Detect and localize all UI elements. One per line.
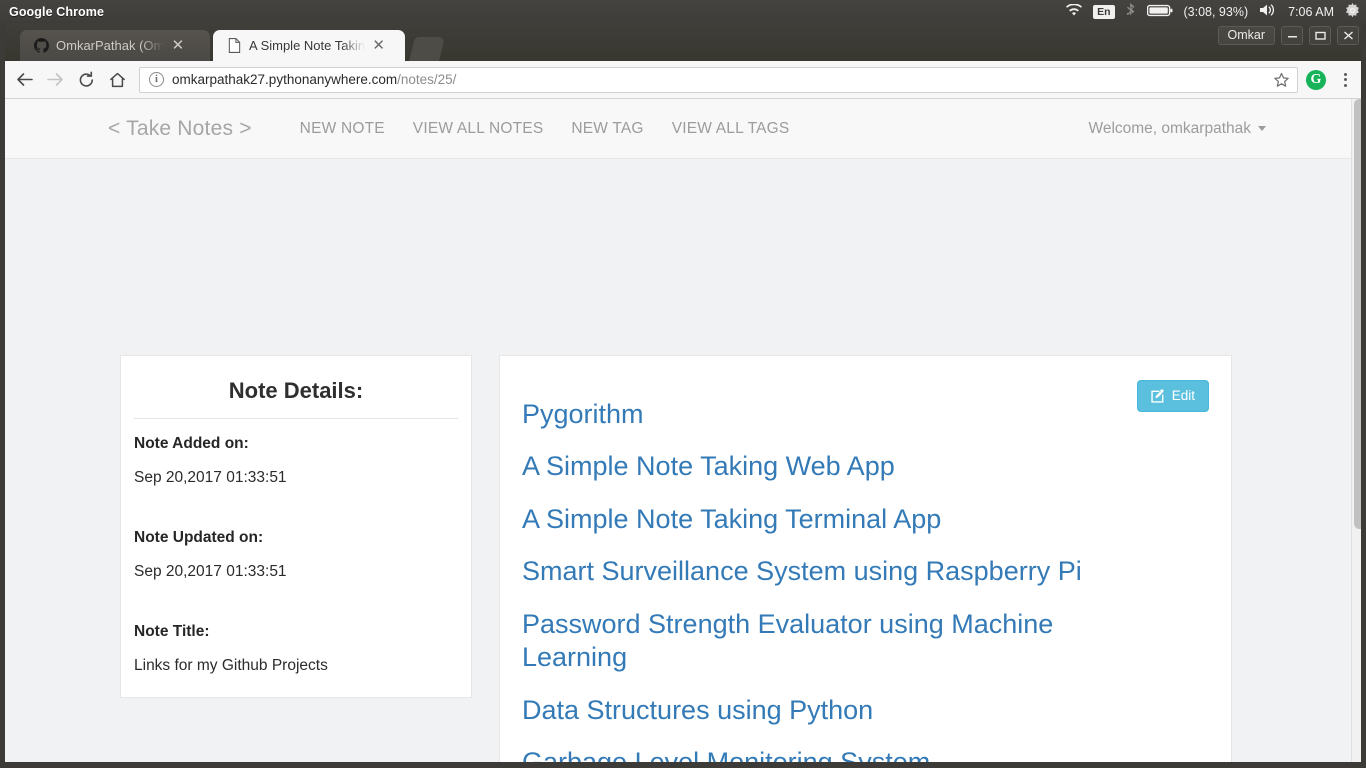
window-frame-right <box>1361 23 1366 768</box>
tab-close-icon[interactable]: ✕ <box>170 38 185 53</box>
site-brand[interactable]: < Take Notes > <box>108 117 252 141</box>
kebab-menu-icon[interactable] <box>1336 72 1354 87</box>
browser-tab-notes[interactable]: A Simple Note Takin ✕ <box>213 30 405 61</box>
battery-icon[interactable] <box>1146 4 1173 20</box>
window-frame-left <box>0 23 5 768</box>
user-menu-label: Welcome, omkarpathak <box>1088 119 1251 137</box>
note-title-label: Note Title: <box>134 623 210 640</box>
user-menu[interactable]: Welcome, omkarpathak <box>1088 120 1266 138</box>
address-bar[interactable]: i omkarpathak27.pythonanywhere.com/notes… <box>139 66 1298 93</box>
chrome-profile-button[interactable]: Omkar <box>1217 26 1275 45</box>
os-app-name: Google Chrome <box>9 4 105 19</box>
note-details-panel: Note Details: Note Added on: Sep 20,2017… <box>120 355 472 698</box>
note-updated-label: Note Updated on: <box>134 529 264 546</box>
note-added-value: Sep 20,2017 01:33:51 <box>134 469 287 486</box>
nav-link-view-all-tags[interactable]: VIEW ALL TAGS <box>658 120 804 138</box>
chrome-window: OmkarPathak (Om ✕ A Simple Note Takin ✕ … <box>0 23 1366 768</box>
note-title-value: Links for my Github Projects <box>134 657 328 674</box>
note-link[interactable]: Pygorithm <box>522 398 1122 431</box>
page-content: Note Details: Note Added on: Sep 20,2017… <box>0 159 1366 767</box>
site-nav-links: NEW NOTE VIEW ALL NOTES NEW TAG VIEW ALL… <box>286 120 804 138</box>
browser-toolbar: i omkarpathak27.pythonanywhere.com/notes… <box>0 61 1366 99</box>
nav-link-new-note[interactable]: NEW NOTE <box>286 120 399 138</box>
new-tab-button[interactable] <box>409 37 445 61</box>
back-arrow-icon[interactable] <box>10 66 38 94</box>
clock[interactable]: 7:06 AM <box>1288 5 1334 19</box>
site-navbar: < Take Notes > NEW NOTE VIEW ALL NOTES N… <box>0 99 1366 159</box>
note-link[interactable]: A Simple Note Taking Terminal App <box>522 503 1122 536</box>
star-icon[interactable] <box>1273 72 1290 92</box>
wifi-icon[interactable] <box>1066 2 1083 20</box>
forward-arrow-icon <box>41 66 69 94</box>
url-path: /notes/25/ <box>397 72 457 87</box>
window-close-button[interactable] <box>1337 26 1359 45</box>
window-frame-bottom <box>0 762 1366 768</box>
nav-link-new-tag[interactable]: NEW TAG <box>557 120 657 138</box>
tab-title: A Simple Note Takin <box>249 38 366 53</box>
keyboard-language-indicator[interactable]: En <box>1093 4 1115 19</box>
github-icon <box>33 38 49 54</box>
note-added-label: Note Added on: <box>134 435 249 452</box>
window-minimize-button[interactable] <box>1281 26 1303 45</box>
tab-close-icon[interactable]: ✕ <box>371 38 386 53</box>
tab-strip: OmkarPathak (Om ✕ A Simple Note Takin ✕ … <box>0 23 1366 61</box>
note-link[interactable]: Smart Surveillance System using Raspberr… <box>522 555 1122 588</box>
tab-title: OmkarPathak (Om <box>56 38 165 53</box>
note-content-panel: Edit Pygorithm A Simple Note Taking Web … <box>499 355 1232 767</box>
window-controls: Omkar <box>1217 26 1359 45</box>
browser-tab-github[interactable]: OmkarPathak (Om ✕ <box>20 30 210 61</box>
home-icon[interactable] <box>103 66 131 94</box>
note-link[interactable]: A Simple Note Taking Web App <box>522 450 1122 483</box>
volume-icon[interactable] <box>1259 3 1277 20</box>
info-icon[interactable]: i <box>149 72 164 87</box>
battery-status: (3:08, 93%) <box>1183 4 1249 19</box>
page-icon <box>226 38 242 54</box>
url-host: omkarpathak27.pythonanywhere.com <box>172 72 398 87</box>
note-updated-value: Sep 20,2017 01:33:51 <box>134 563 287 580</box>
os-title-bar: Google Chrome En (3:08, 93%) 7:06 AM <box>0 0 1366 23</box>
note-link-list: Pygorithm A Simple Note Taking Web App A… <box>522 380 1209 767</box>
reload-icon[interactable] <box>72 66 100 94</box>
edit-button[interactable]: Edit <box>1136 380 1209 412</box>
extension-icon[interactable]: G <box>1306 69 1326 90</box>
note-link[interactable]: Data Structures using Python <box>522 694 1122 727</box>
panel-title: Note Details: <box>228 378 364 403</box>
page-viewport: < Take Notes > NEW NOTE VIEW ALL NOTES N… <box>0 99 1366 767</box>
chevron-down-icon <box>1258 126 1266 131</box>
nav-link-view-all-notes[interactable]: VIEW ALL NOTES <box>399 120 558 138</box>
pencil-square-icon <box>1151 388 1165 403</box>
edit-button-label: Edit <box>1171 388 1195 403</box>
divider <box>134 418 458 419</box>
window-maximize-button[interactable] <box>1309 26 1331 45</box>
gear-icon[interactable] <box>1345 2 1360 21</box>
note-link[interactable]: Password Strength Evaluator using Machin… <box>522 608 1122 675</box>
bluetooth-icon[interactable] <box>1126 2 1136 21</box>
system-tray: En (3:08, 93%) 7:06 AM <box>1066 0 1360 23</box>
